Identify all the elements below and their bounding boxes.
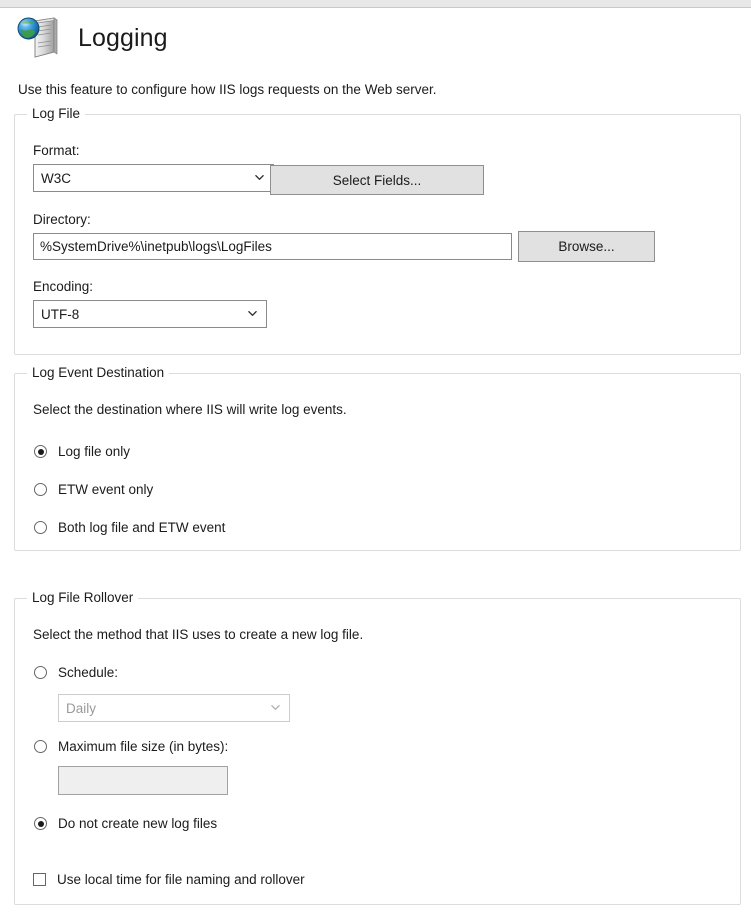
radio-log-file-only[interactable]: Log file only <box>34 444 130 459</box>
radio-indicator <box>34 666 47 679</box>
radio-maximum-file-size[interactable]: Maximum file size (in bytes): <box>34 739 228 754</box>
encoding-select-value: UTF-8 <box>41 306 80 322</box>
page-title: Logging <box>78 23 168 52</box>
radio-label: Schedule: <box>58 665 119 680</box>
radio-label: Maximum file size (in bytes): <box>58 739 229 754</box>
chevron-down-icon <box>255 175 264 180</box>
checkbox-indicator <box>33 873 46 886</box>
radio-label: Do not create new log files <box>58 816 218 831</box>
log-event-destination-description: Select the destination where IIS will wr… <box>33 402 347 417</box>
radio-indicator <box>34 740 47 753</box>
chevron-down-icon <box>248 311 257 316</box>
page-header: Logging <box>16 16 168 60</box>
radio-indicator <box>34 817 47 830</box>
schedule-select-value: Daily <box>66 700 97 716</box>
log-event-destination-group-legend: Log Event Destination <box>27 365 170 380</box>
radio-both-log-file-and-etw[interactable]: Both log file and ETW event <box>34 520 225 535</box>
log-file-rollover-description: Select the method that IIS uses to creat… <box>33 627 364 642</box>
radio-indicator <box>34 445 47 458</box>
encoding-label: Encoding: <box>33 279 94 294</box>
log-file-group: Log File Format: W3C Select Fields... Di… <box>14 106 741 355</box>
log-event-destination-group: Log Event Destination Select the destina… <box>14 365 741 551</box>
format-select[interactable]: W3C <box>33 164 274 192</box>
radio-label: ETW event only <box>58 482 154 497</box>
directory-input-value: %SystemDrive%\inetpub\logs\LogFiles <box>40 239 272 254</box>
radio-etw-event-only[interactable]: ETW event only <box>34 482 153 497</box>
encoding-select[interactable]: UTF-8 <box>33 300 267 328</box>
format-select-value: W3C <box>41 170 71 186</box>
directory-input[interactable]: %SystemDrive%\inetpub\logs\LogFiles <box>33 233 512 260</box>
page-description: Use this feature to configure how IIS lo… <box>18 82 437 97</box>
directory-label: Directory: <box>33 212 91 227</box>
log-file-rollover-group: Log File Rollover Select the method that… <box>14 590 741 905</box>
browse-button[interactable]: Browse... <box>518 231 655 262</box>
checkbox-use-local-time[interactable]: Use local time for file naming and rollo… <box>33 872 305 887</box>
chevron-down-icon <box>271 705 280 710</box>
select-fields-button[interactable]: Select Fields... <box>270 165 484 195</box>
format-label: Format: <box>33 143 80 158</box>
radio-label: Log file only <box>58 444 131 459</box>
maximum-file-size-input[interactable] <box>58 766 228 795</box>
log-file-rollover-group-legend: Log File Rollover <box>27 590 139 605</box>
server-globe-icon <box>16 16 62 60</box>
radio-label: Both log file and ETW event <box>58 520 226 535</box>
schedule-select[interactable]: Daily <box>58 694 290 722</box>
log-file-group-legend: Log File <box>27 106 86 121</box>
window-chrome-bar <box>0 0 751 8</box>
radio-indicator <box>34 521 47 534</box>
radio-indicator <box>34 483 47 496</box>
radio-do-not-create-new-log-files[interactable]: Do not create new log files <box>34 816 217 831</box>
checkbox-label: Use local time for file naming and rollo… <box>57 872 305 887</box>
radio-schedule[interactable]: Schedule: <box>34 665 118 680</box>
